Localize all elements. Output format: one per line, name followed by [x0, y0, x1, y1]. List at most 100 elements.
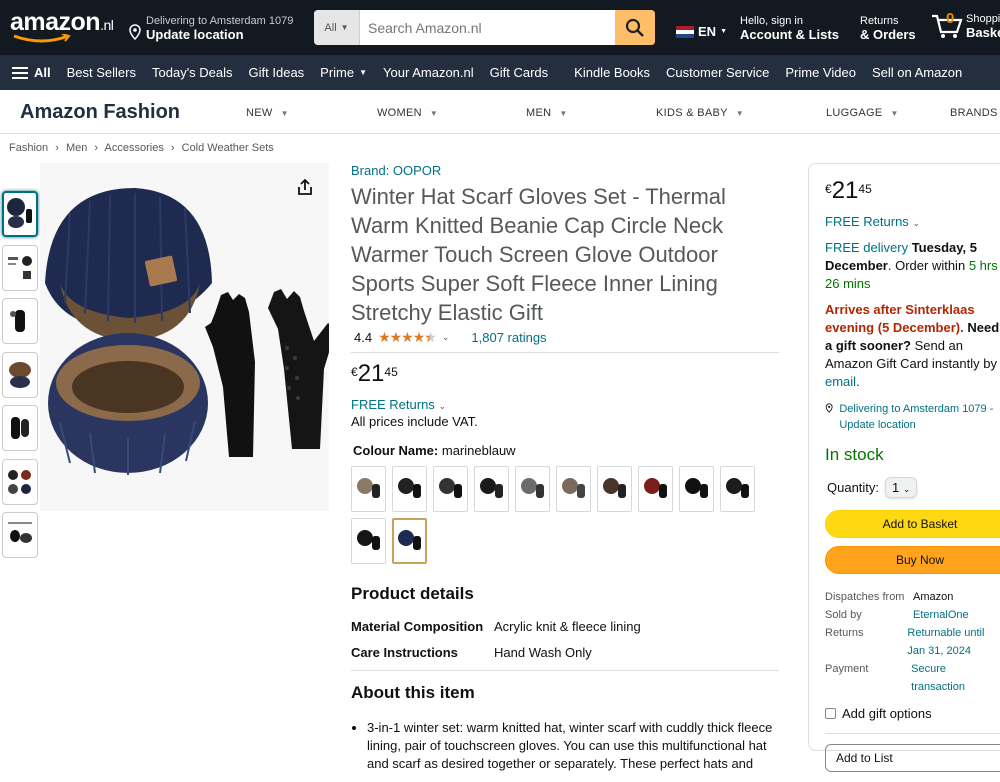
about-list: 3-in-1 winter set: warm knitted hat, win…	[351, 719, 779, 773]
colour-swatch-selected[interactable]	[392, 518, 427, 564]
breadcrumb-separator: ›	[170, 142, 175, 154]
thumbnail[interactable]	[2, 191, 38, 237]
breadcrumb-fashion[interactable]: Fashion	[9, 142, 48, 154]
ratings-count-link[interactable]: 1,807 ratings	[471, 330, 546, 345]
fashion-title[interactable]: Amazon Fashion	[20, 101, 180, 124]
star-rating-icon[interactable]: ★★★★★	[378, 329, 437, 346]
colour-swatch[interactable]	[679, 466, 714, 512]
gift-options[interactable]: Add gift options	[825, 706, 1000, 721]
amazon-logo[interactable]: amazon.nl	[10, 8, 114, 37]
nav-customer-service[interactable]: Customer Service	[658, 55, 777, 90]
search-category-select[interactable]: All ▼	[314, 10, 360, 45]
payment-link[interactable]: Secure transaction	[911, 660, 1000, 696]
nav-prime-video[interactable]: Prime Video	[777, 55, 864, 90]
buy-box: €21 45 FREE Returns ⌄ FREE delivery Tuesd…	[808, 163, 1000, 772]
seller-link[interactable]: EternalOne	[913, 606, 969, 624]
email-link[interactable]: email	[825, 374, 856, 389]
nav-gift-cards[interactable]: Gift Cards	[482, 55, 557, 90]
language-selector[interactable]: EN ▼	[676, 24, 727, 39]
chevron-down-icon[interactable]: ⌄	[442, 332, 450, 343]
breadcrumb-separator: ›	[94, 142, 99, 154]
free-returns-link[interactable]: FREE Returns ⌄	[351, 397, 779, 412]
location-pin-icon	[825, 403, 833, 413]
add-to-list-button[interactable]: Add to List	[825, 744, 1000, 772]
search-icon	[625, 18, 644, 37]
add-to-basket-button[interactable]: Add to Basket	[825, 510, 1000, 538]
colour-swatch[interactable]	[392, 466, 427, 512]
rating-value: 4.4	[354, 330, 373, 345]
fashion-tab-brands[interactable]: BRANDS	[950, 107, 998, 119]
colour-swatch[interactable]	[351, 466, 386, 512]
product-title: Winter Hat Scarf Gloves Set - Thermal Wa…	[351, 184, 726, 325]
breadcrumb-men[interactable]: Men	[66, 142, 87, 154]
divider	[351, 670, 779, 671]
main-nav: All Best Sellers Today's Deals Gift Idea…	[0, 55, 1000, 90]
quantity-select[interactable]: 1 ⌄	[885, 477, 918, 498]
thumbnail[interactable]	[2, 458, 38, 505]
image-thumbnails	[2, 191, 38, 566]
price: €21 45	[351, 360, 398, 387]
top-header: amazon.nl Delivering to Amsterdam 1079 U…	[0, 0, 1000, 55]
thumbnail[interactable]	[2, 405, 38, 451]
product-details-table: Material Composition Acrylic knit & fleec…	[351, 618, 779, 662]
thumbnail[interactable]	[2, 298, 38, 344]
rating-row: 4.4 ★★★★★ ⌄ 1,807 ratings	[351, 329, 779, 346]
colour-swatch[interactable]	[556, 466, 591, 512]
nav-gift-ideas[interactable]: Gift Ideas	[241, 55, 313, 90]
account-menu[interactable]: Hello, sign in Account & Lists	[740, 14, 839, 42]
nav-your-amazon[interactable]: Your Amazon.nl	[375, 55, 482, 90]
search-input[interactable]	[360, 10, 615, 45]
search-button[interactable]	[615, 10, 655, 45]
nav-kindle-books[interactable]: Kindle Books	[566, 55, 658, 90]
hamburger-icon	[12, 66, 28, 79]
colour-swatch[interactable]	[515, 466, 550, 512]
fashion-tab-women[interactable]: WOMEN ▼	[377, 107, 438, 119]
nav-sell[interactable]: Sell on Amazon	[864, 55, 970, 90]
returns-orders[interactable]: Returns & Orders	[860, 14, 916, 42]
nav-best-sellers[interactable]: Best Sellers	[59, 55, 144, 90]
product-image-hat-scarf-gloves	[40, 163, 336, 511]
colour-name: Colour Name: marineblauw	[353, 443, 516, 458]
logo-smile-icon	[13, 34, 71, 43]
fashion-tab-luggage[interactable]: LUGGAGE ▼	[826, 107, 899, 119]
all-menu-button[interactable]: All	[0, 55, 59, 90]
about-title: About this item	[351, 683, 475, 702]
colour-swatch[interactable]	[433, 466, 468, 512]
product-main-image[interactable]	[40, 163, 336, 511]
fashion-tab-men[interactable]: MEN ▼	[526, 107, 568, 119]
cart-button[interactable]: 0 ShoppingBasket	[930, 10, 1000, 40]
colour-swatch[interactable]	[351, 518, 386, 564]
nav-prime[interactable]: Prime ▼	[312, 55, 375, 90]
buy-now-button[interactable]: Buy Now	[825, 546, 1000, 574]
deliver-to[interactable]: Delivering to Amsterdam 1079 Update loca…	[146, 14, 293, 42]
buybox-price: €21 45	[825, 177, 872, 204]
gift-checkbox[interactable]	[825, 708, 836, 719]
thumbnail[interactable]	[2, 244, 38, 291]
cart-label: ShoppingBasket	[966, 13, 1000, 40]
nav-todays-deals[interactable]: Today's Deals	[144, 55, 241, 90]
thumbnail[interactable]	[2, 351, 38, 398]
breadcrumb-accessories[interactable]: Accessories	[105, 142, 164, 154]
colour-swatch[interactable]	[638, 466, 673, 512]
fashion-tab-kids-baby[interactable]: KIDS & BABY ▼	[656, 107, 744, 119]
colour-swatch[interactable]	[474, 466, 509, 512]
share-icon[interactable]	[296, 178, 314, 196]
buybox-free-returns[interactable]: FREE Returns ⌄	[825, 214, 1000, 229]
colour-swatches	[351, 466, 771, 564]
breadcrumb: Fashion › Men › Accessories › Cold Weath…	[9, 142, 278, 154]
product-info: Brand: OOPOR Winter Hat Scarf Gloves Set…	[351, 163, 779, 773]
quantity-row: Quantity: 1 ⌄	[825, 477, 1000, 498]
fashion-tab-new[interactable]: NEW ▼	[246, 107, 289, 119]
colour-swatch[interactable]	[720, 466, 755, 512]
details-row: Material Composition Acrylic knit & fleec…	[351, 619, 641, 634]
buybox-deliver-to[interactable]: Delivering to Amsterdam 1079 - Update lo…	[825, 401, 1000, 433]
colour-swatch[interactable]	[597, 466, 632, 512]
thumbnail[interactable]	[2, 512, 38, 558]
product-details-title: Product details	[351, 584, 474, 603]
location-pin-icon	[129, 24, 141, 40]
brand-link[interactable]: Brand: OOPOR	[351, 163, 779, 178]
breadcrumb-separator: ›	[55, 142, 59, 154]
cart-count: 0	[946, 10, 955, 27]
breadcrumb-cold-weather-sets[interactable]: Cold Weather Sets	[182, 142, 274, 154]
returns-policy-link[interactable]: Returnable until Jan 31, 2024	[907, 624, 1000, 660]
